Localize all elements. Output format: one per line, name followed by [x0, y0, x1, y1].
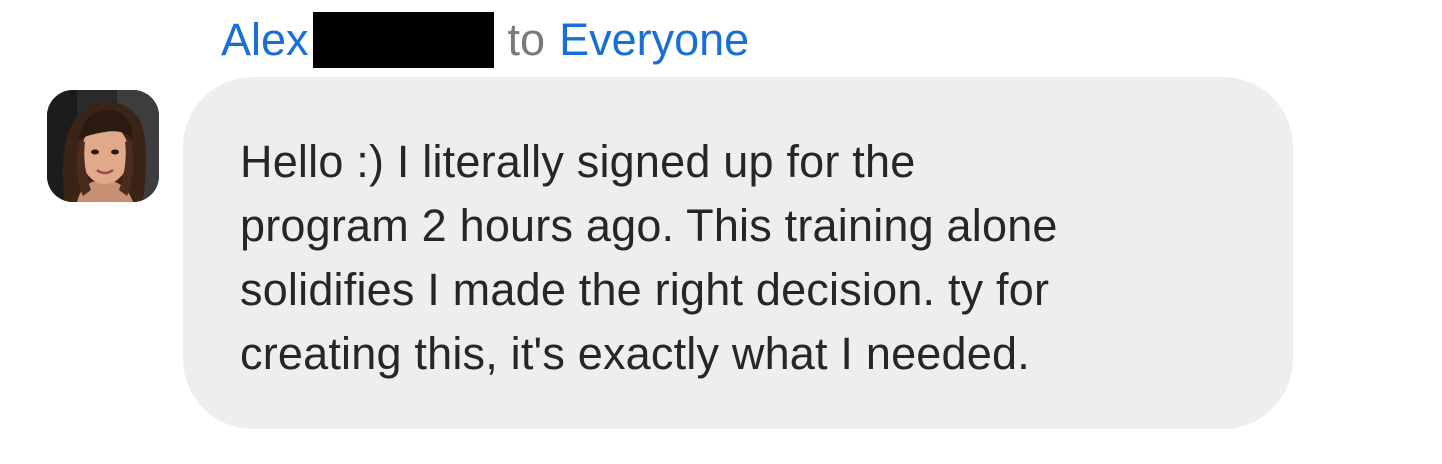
avatar-photo: [47, 90, 159, 202]
message-line: program 2 hours ago. This training alone: [240, 200, 1058, 251]
message-line: solidifies I made the right decision. ty…: [240, 264, 1050, 315]
sender-name[interactable]: Alex: [221, 10, 309, 70]
message-text: Hello :) I literally signed up for the p…: [240, 130, 1260, 386]
message-line: Hello :) I literally signed up for the: [240, 136, 916, 187]
to-label: to: [507, 14, 546, 65]
chat-message: Alex to Everyone Hello:) I literally si…: [0, 0, 1442, 464]
avatar[interactable]: [47, 90, 159, 202]
message-header: Alex to Everyone: [221, 10, 749, 70]
redaction-bar: [312, 12, 494, 68]
message-line: creating this, it's exactly what I neede…: [240, 328, 1030, 379]
recipient-everyone[interactable]: Everyone: [559, 10, 749, 70]
